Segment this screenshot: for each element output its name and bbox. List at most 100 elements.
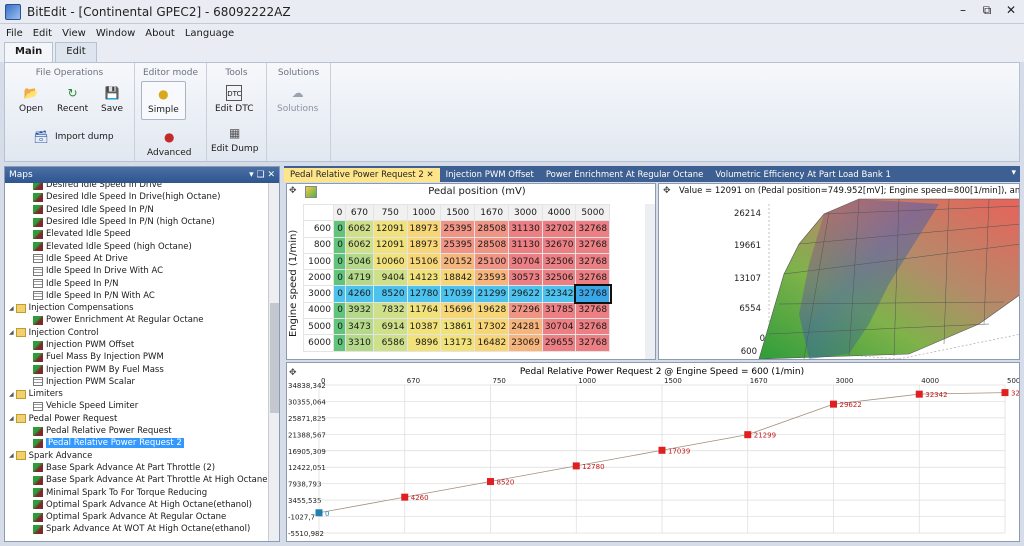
tree-item[interactable]: Base Spark Advance At Part Throttle At H… (5, 474, 269, 486)
table-cell[interactable]: 31130 (508, 236, 543, 254)
tree-item[interactable]: Desired Idle Speed In Drive(high Octane) (5, 191, 269, 203)
table-cell[interactable]: 14123 (406, 269, 442, 287)
expander-icon[interactable]: ◢ (9, 391, 14, 398)
close-tab-icon[interactable]: ✕ (426, 170, 433, 180)
data-point[interactable] (744, 431, 752, 439)
table-cell[interactable]: 12780 (406, 285, 442, 303)
table-cell[interactable]: 32768 (575, 252, 611, 271)
table-cell[interactable]: 32768 (575, 269, 611, 287)
tree-item[interactable]: Fuel Mass By Injection PWM (5, 351, 269, 363)
table-cell[interactable]: 30704 (541, 318, 577, 336)
table-cell[interactable]: 0 (333, 252, 346, 271)
tree-item[interactable]: Elevated Idle Speed (high Octane) (5, 240, 269, 252)
data-point[interactable] (315, 509, 323, 517)
table-cell[interactable]: 0 (333, 269, 346, 287)
table-cell[interactable]: 19628 (474, 301, 510, 320)
menu-file[interactable]: File (6, 28, 23, 39)
table-cell[interactable]: 8520 (372, 285, 408, 303)
table-cell[interactable]: 18842 (440, 269, 476, 287)
tree-folder[interactable]: ◢ Pedal Power Request (5, 413, 269, 425)
data-point[interactable] (830, 400, 837, 408)
table-cell[interactable]: 32342 (541, 285, 577, 303)
table-cell[interactable]: 5046 (345, 252, 374, 271)
table-cell[interactable]: 9404 (372, 269, 408, 287)
table-cell[interactable]: 23069 (508, 334, 543, 352)
tree-item[interactable]: Vehicle Speed Limiter (5, 400, 269, 412)
tree-item[interactable]: Injection PWM By Fuel Mass (5, 363, 269, 375)
scroll-thumb[interactable] (270, 303, 279, 413)
tree-item[interactable]: Optimal Spark Advance At High Octane(eth… (5, 499, 269, 511)
table-cell[interactable]: 6586 (372, 334, 408, 352)
table-cell[interactable]: 6062 (345, 220, 374, 238)
color-scheme-icon[interactable] (305, 186, 317, 198)
data-point[interactable] (915, 390, 923, 398)
table-cell[interactable]: 32768 (573, 283, 612, 305)
table-cell[interactable]: 32768 (575, 318, 611, 336)
table-cell[interactable]: 32506 (541, 269, 577, 287)
edit-dump-button[interactable]: ▦ Edit Dump (211, 125, 258, 154)
maps-scrollbar[interactable] (268, 183, 279, 541)
simple-mode-button[interactable]: ● Simple (141, 81, 186, 120)
table-cell[interactable]: 32506 (541, 252, 577, 271)
data-point[interactable] (1001, 389, 1009, 397)
table-cell[interactable]: 28508 (474, 220, 510, 238)
menu-edit[interactable]: Edit (33, 28, 52, 39)
table-cell[interactable]: 32768 (575, 301, 611, 320)
table-cell[interactable]: 32768 (575, 220, 611, 238)
tree-item[interactable]: Desired Idle Speed In Drive (5, 183, 269, 191)
table-cell[interactable]: 17039 (440, 285, 476, 303)
table-cell[interactable]: 31130 (508, 220, 543, 238)
table-cell[interactable]: 3932 (345, 301, 374, 320)
tree-item[interactable]: Idle Speed At Drive (5, 253, 269, 265)
table-cell[interactable]: 10060 (372, 252, 408, 271)
table-cell[interactable]: 32768 (575, 236, 611, 254)
table-cell[interactable]: 25395 (440, 236, 476, 254)
tree-folder[interactable]: ◢ Limiters (5, 388, 269, 400)
table-cell[interactable]: 17302 (474, 318, 510, 336)
edit-dtc-button[interactable]: DTC Edit DTC (215, 85, 253, 114)
restore-button[interactable]: ⧉ (976, 3, 998, 18)
tab-edit[interactable]: Edit (55, 42, 97, 62)
table-cell[interactable]: 15106 (406, 252, 442, 271)
table-cell[interactable]: 0 (333, 285, 346, 303)
solutions-button[interactable]: ☁ Solutions (277, 85, 318, 114)
doc-tab-power-enrichment[interactable]: Power Enrichment At Regular Octane (540, 168, 710, 182)
tab-list-menu-icon[interactable]: ▾ (1011, 168, 1016, 178)
table-cell[interactable]: 12091 (372, 236, 408, 254)
surface-plot[interactable] (659, 184, 1020, 360)
table-cell[interactable]: 18973 (406, 236, 442, 254)
table-cell[interactable]: 0 (333, 301, 346, 320)
doc-tab-injection-pwm-offset[interactable]: Injection PWM Offset (440, 168, 540, 182)
tree-item[interactable]: Power Enrichment At Regular Octane (5, 314, 269, 326)
table-cell[interactable]: 0 (333, 318, 346, 336)
table-cell[interactable]: 32670 (541, 236, 577, 254)
expander-icon[interactable]: ◢ (9, 305, 14, 312)
table-cell[interactable]: 25100 (474, 252, 510, 271)
tree-item[interactable]: Base Spark Advance At Part Throttle (2) (5, 462, 269, 474)
tree-folder[interactable]: ◢ Injection Compensations (5, 302, 269, 314)
open-button[interactable]: 📂 Open (19, 85, 43, 114)
table-cell[interactable]: 10387 (406, 318, 442, 336)
tab-main[interactable]: Main (4, 42, 54, 62)
table-cell[interactable]: 27296 (508, 301, 543, 320)
table-cell[interactable]: 11764 (406, 301, 442, 320)
table-cell[interactable]: 0 (333, 236, 346, 254)
panel-header-buttons[interactable]: ▾ ❑ ✕ (249, 170, 275, 180)
advanced-mode-button[interactable]: ● Advanced (147, 129, 191, 158)
tree-item[interactable]: Desired Idle Speed In P/N (5, 204, 269, 216)
tree-item[interactable]: Optimal Spark Advance At Regular Octane (5, 511, 269, 523)
table-cell[interactable]: 28508 (474, 236, 510, 254)
table-cell[interactable]: 13861 (440, 318, 476, 336)
save-button[interactable]: 💾 Save (101, 85, 123, 114)
table-cell[interactable]: 12091 (372, 220, 408, 238)
table-cell[interactable]: 30573 (508, 269, 543, 287)
tree-item[interactable]: Elevated Idle Speed (5, 228, 269, 240)
table-cell[interactable]: 4260 (345, 285, 374, 303)
tree-folder[interactable]: ◢ Injection Control (5, 327, 269, 339)
tree-item[interactable]: Idle Speed In Drive With AC (5, 265, 269, 277)
minimize-button[interactable]: – (952, 3, 974, 17)
doc-tab-pedal-relative-power-request-2[interactable]: Pedal Relative Power Request 2 ✕ (284, 168, 440, 182)
table-cell[interactable]: 30704 (508, 252, 543, 271)
table-cell[interactable]: 31785 (541, 301, 577, 320)
table-cell[interactable]: 32702 (541, 220, 577, 238)
